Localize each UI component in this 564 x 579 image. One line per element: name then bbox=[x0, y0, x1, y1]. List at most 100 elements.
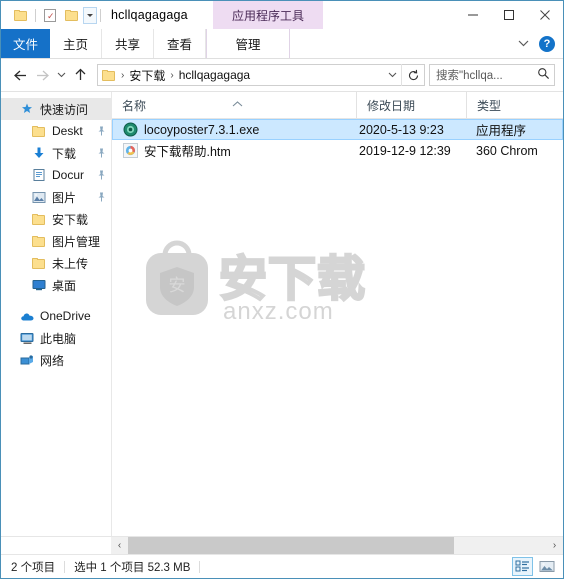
chevron-down-icon[interactable] bbox=[83, 6, 97, 24]
scrollbar-thumb[interactable] bbox=[128, 537, 455, 554]
chevron-down-icon[interactable] bbox=[513, 34, 533, 54]
sidebar-item-label: OneDrive bbox=[40, 309, 91, 323]
forward-button[interactable] bbox=[31, 63, 53, 87]
back-button[interactable] bbox=[9, 63, 31, 87]
sidebar-item-downloads[interactable]: 下载 bbox=[1, 142, 111, 164]
ribbon-tab-bar: 文件 主页 共享 查看 管理 ? bbox=[1, 29, 563, 59]
table-row[interactable]: locoyposter7.3.1.exe 2020-5-13 9:23 应用程序 bbox=[112, 119, 563, 140]
sort-ascending-icon bbox=[232, 96, 243, 110]
sidebar-item-label: Deskt bbox=[52, 124, 83, 138]
sidebar-item-label: 桌面 bbox=[52, 278, 77, 293]
address-input[interactable]: › 安下载 › hcllqagagaga bbox=[97, 64, 425, 86]
file-list-pane: 名称 修改日期 类型 locoyposter7.3.1.exe 2020-5-1… bbox=[112, 92, 563, 536]
sidebar-item-label: 图片 bbox=[52, 190, 77, 205]
column-header-name-label: 名称 bbox=[122, 98, 147, 113]
search-input[interactable]: 搜索"hcllqa... bbox=[429, 64, 555, 86]
breadcrumb-item-1[interactable]: 安下载 bbox=[125, 65, 169, 85]
breadcrumb-item-2[interactable]: hcllqagagaga bbox=[175, 65, 254, 85]
file-type-cell: 360 Chrom bbox=[476, 143, 538, 158]
tab-file[interactable]: 文件 bbox=[1, 29, 51, 58]
file-name-cell[interactable]: locoyposter7.3.1.exe bbox=[113, 122, 358, 138]
new-folder-icon[interactable] bbox=[61, 5, 83, 25]
chevron-down-icon[interactable] bbox=[383, 65, 401, 85]
minimize-button[interactable] bbox=[455, 1, 491, 29]
pin-icon bbox=[97, 169, 106, 183]
item-count-label: 2 个项目 bbox=[11, 561, 56, 574]
sidebar-item-not-uploaded[interactable]: 未上传 bbox=[1, 252, 111, 274]
tab-view[interactable]: 查看 bbox=[154, 29, 207, 58]
tab-share[interactable]: 共享 bbox=[102, 29, 155, 58]
sidebar-item-this-pc[interactable]: 此电脑 bbox=[1, 327, 111, 349]
pin-icon bbox=[97, 191, 106, 205]
tab-home[interactable]: 主页 bbox=[50, 29, 103, 58]
sidebar-item-desktop[interactable]: 桌面 bbox=[1, 274, 111, 296]
pictures-icon bbox=[31, 189, 47, 205]
quick-access-toolbar: ✓ hcllqagagaga bbox=[1, 5, 188, 25]
file-date-cell: 2020-5-13 9:23 bbox=[359, 122, 444, 137]
sidebar-item-picture-manage[interactable]: 图片管理 bbox=[1, 230, 111, 252]
sidebar-item-documents[interactable]: Docur bbox=[1, 164, 111, 186]
sidebar-item-label: 快速访问 bbox=[40, 102, 89, 117]
exe-app-icon bbox=[122, 122, 138, 138]
search-placeholder: 搜索"hcllqa... bbox=[436, 70, 503, 82]
folder-icon bbox=[31, 255, 47, 271]
sidebar-item-desktop-qa[interactable]: Deskt bbox=[1, 120, 111, 142]
tab-manage[interactable]: 管理 bbox=[206, 29, 291, 58]
toolbar-divider bbox=[35, 8, 36, 22]
sidebar-item-label: Docur bbox=[52, 168, 85, 182]
sidebar-item-label: 下载 bbox=[52, 146, 77, 161]
pin-icon bbox=[97, 147, 106, 161]
details-view-button[interactable] bbox=[512, 557, 533, 576]
horizontal-scrollbar[interactable]: ‹ › bbox=[1, 536, 563, 554]
column-header-type[interactable]: 类型 bbox=[467, 92, 563, 118]
column-header-type-label: 类型 bbox=[477, 98, 502, 113]
close-button[interactable] bbox=[527, 1, 563, 29]
folder-icon bbox=[31, 211, 47, 227]
file-name-cell[interactable]: 安下载帮助.htm bbox=[113, 141, 358, 160]
toolbar-divider-2 bbox=[100, 8, 101, 22]
watermark: 安 安下载 anxz.com bbox=[137, 229, 372, 324]
maximize-button[interactable] bbox=[491, 1, 527, 29]
up-button[interactable] bbox=[69, 63, 91, 87]
sidebar-item-quick-access[interactable]: 快速访问 bbox=[1, 98, 111, 120]
title-bar: ✓ hcllqagagaga 应用程序工具 bbox=[1, 1, 563, 29]
properties-icon[interactable]: ✓ bbox=[39, 5, 61, 25]
file-explorer-window: ✓ hcllqagagaga 应用程序工具 文件 主页 共享 查看 管理 ? ›… bbox=[0, 0, 564, 579]
scroll-left-arrow-icon[interactable]: ‹ bbox=[111, 537, 128, 554]
file-list[interactable]: locoyposter7.3.1.exe 2020-5-13 9:23 应用程序… bbox=[112, 119, 563, 536]
sidebar-item-label: 图片管理 bbox=[52, 234, 101, 249]
star-pin-icon bbox=[19, 101, 35, 117]
file-name-label: 安下载帮助.htm bbox=[144, 145, 231, 159]
sidebar-item-pictures[interactable]: 图片 bbox=[1, 186, 111, 208]
breadcrumb-root-icon[interactable] bbox=[98, 65, 120, 85]
recent-locations-button[interactable] bbox=[53, 63, 69, 87]
sidebar-item-onedrive[interactable]: OneDrive bbox=[1, 305, 111, 327]
view-mode-buttons bbox=[512, 557, 563, 576]
column-header-name[interactable]: 名称 bbox=[112, 92, 357, 118]
table-row[interactable]: 安下载帮助.htm 2019-12-9 12:39 360 Chrom bbox=[112, 140, 563, 161]
status-divider-2 bbox=[199, 560, 201, 573]
column-header-date[interactable]: 修改日期 bbox=[357, 92, 467, 118]
status-bar: 2 个项目 选中 1 个项目 52.3 MB bbox=[1, 554, 563, 578]
file-type-cell: 应用程序 bbox=[476, 124, 527, 138]
address-bar: › 安下载 › hcllqagagaga 搜索"hcllqa... bbox=[1, 59, 563, 91]
scrollbar-track[interactable] bbox=[128, 537, 546, 554]
this-pc-icon bbox=[19, 330, 35, 346]
window-title: hcllqagagaga bbox=[111, 8, 188, 22]
contextual-tool-group: 应用程序工具 bbox=[213, 1, 323, 29]
desktop-icon bbox=[31, 277, 47, 293]
large-icons-view-button[interactable] bbox=[536, 557, 557, 576]
sidebar-item-label: 网络 bbox=[40, 353, 65, 368]
ribbon-right-controls: ? bbox=[513, 29, 559, 58]
sidebar-item-label: 安下载 bbox=[52, 212, 89, 227]
scroll-right-arrow-icon[interactable]: › bbox=[546, 537, 563, 554]
refresh-button[interactable] bbox=[401, 64, 424, 86]
sidebar-item-network[interactable]: 网络 bbox=[1, 349, 111, 371]
search-icon[interactable] bbox=[537, 67, 550, 83]
window-controls bbox=[455, 1, 563, 29]
help-icon[interactable]: ? bbox=[539, 35, 555, 52]
explorer-content: 快速访问 Deskt 下载 Docur 图片 安下载 图片管理 未上传 桌面 O… bbox=[1, 91, 563, 536]
folder-icon[interactable] bbox=[10, 5, 32, 25]
sidebar-item-anxiazai[interactable]: 安下载 bbox=[1, 208, 111, 230]
download-arrow-icon bbox=[31, 145, 47, 161]
